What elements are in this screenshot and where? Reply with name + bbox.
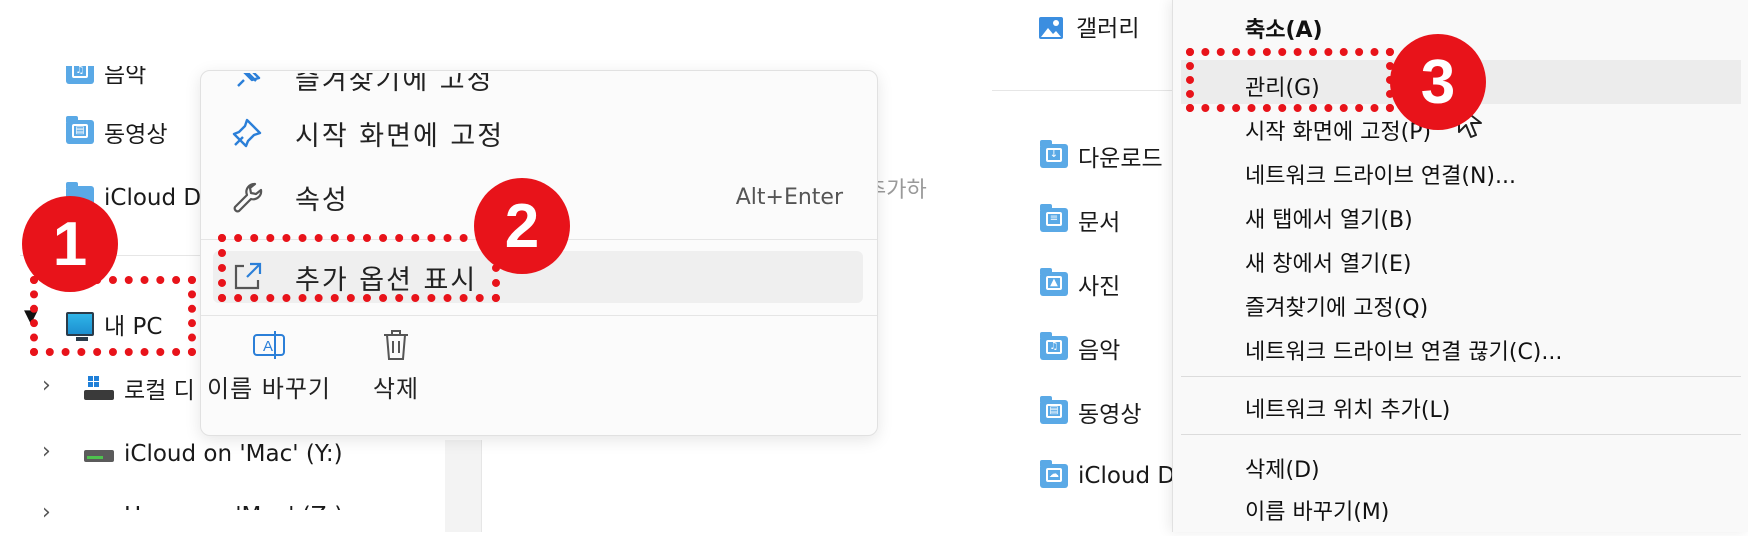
nav-item-label: 동영상 — [1078, 402, 1142, 428]
rename-icon: A — [253, 331, 285, 359]
nav-divider — [992, 90, 1172, 91]
nav-item-label: iCloud D — [104, 185, 202, 211]
nav-item-home-network-drive[interactable]: Home on 'Mac' (Z:) — [84, 496, 344, 529]
right-explorer-pane: 갤러리 ↓ 다운로드 ≡ 문서 ▲ 사진 ♫ 음악 ▤ 동영상 ☁ iCloud… — [990, 0, 1175, 532]
rename-button[interactable]: A 이름 바꾸기 — [189, 329, 349, 404]
video-folder-icon: ▤ — [66, 116, 94, 144]
menu-item-disconnect-network-drive[interactable]: 네트워크 드라이브 연결 끊기(C)... — [1245, 334, 1562, 366]
wrench-icon — [227, 177, 267, 217]
nav-item-label: 다운로드 — [1078, 146, 1163, 172]
music-folder-icon: ♫ — [1040, 332, 1068, 360]
chevron-right-icon[interactable]: › — [42, 373, 51, 398]
menu-item-rename[interactable]: 이름 바꾸기(M) — [1245, 494, 1389, 526]
nav-item-label: iCloud D — [1078, 463, 1176, 489]
nav-item-gallery[interactable]: 갤러리 — [1038, 6, 1139, 46]
nav-item-pictures[interactable]: ▲ 사진 — [1040, 264, 1120, 304]
menu-item-label: 시작 화면에 고정 — [295, 120, 505, 152]
nav-item-label: 음악 — [104, 62, 147, 88]
menu-separator — [1181, 376, 1741, 377]
chevron-right-icon[interactable]: › — [42, 500, 51, 525]
nav-item-music[interactable]: ♫ 음악 — [66, 62, 147, 92]
menu-separator — [1181, 434, 1741, 435]
documents-folder-icon: ≡ — [1040, 204, 1068, 232]
menu-item-map-network-drive[interactable]: 네트워크 드라이브 연결(N)... — [1245, 158, 1516, 190]
nav-item-videos[interactable]: ▤ 동영상 — [66, 112, 167, 152]
network-drive-icon — [84, 504, 114, 510]
pane-splitter[interactable] — [445, 440, 481, 532]
menu-item-open-new-window[interactable]: 새 창에서 열기(E) — [1245, 246, 1412, 278]
nav-item-label: 로컬 디 — [124, 378, 195, 404]
menu-item-pin-start[interactable]: 시작 화면에 고정(P) — [1245, 114, 1431, 146]
step-badge-2: 2 — [474, 178, 570, 274]
nav-item-label: Home on 'Mac' (Z:) — [124, 503, 344, 529]
nav-item-music[interactable]: ♫ 음악 — [1040, 328, 1120, 368]
nav-item-label: 동영상 — [104, 122, 168, 148]
gallery-icon — [1038, 14, 1066, 39]
shortcut-label: Alt+Enter — [735, 184, 843, 210]
network-drive-icon — [84, 442, 114, 466]
menu-item-delete[interactable]: 삭제(D) — [1245, 452, 1320, 484]
trash-icon — [384, 330, 408, 360]
nav-item-icloud-network-drive[interactable]: iCloud on 'Mac' (Y:) — [84, 434, 343, 474]
menu-item-pin-favorites[interactable]: 즐겨찾기에 고정(Q) — [1245, 290, 1428, 322]
pin-icon — [227, 113, 267, 153]
menu-item-add-network-location[interactable]: 네트워크 위치 추가(L) — [1245, 392, 1450, 424]
nav-item-local-disk[interactable]: 로컬 디 — [84, 368, 195, 408]
pane-splitter-line — [481, 440, 482, 532]
menu-item-label: 속성 — [295, 184, 349, 216]
menu-separator — [201, 315, 877, 316]
highlight-box-more-options — [218, 234, 500, 302]
nav-item-videos[interactable]: ▤ 동영상 — [1040, 392, 1141, 432]
nav-item-label: 문서 — [1078, 210, 1121, 236]
downloads-folder-icon: ↓ — [1040, 140, 1068, 168]
menu-item-open-new-tab[interactable]: 새 탭에서 열기(B) — [1245, 202, 1413, 234]
nav-item-label: iCloud on 'Mac' (Y:) — [124, 441, 343, 467]
chevron-right-icon[interactable]: › — [42, 439, 51, 464]
windows-drive-icon — [84, 376, 114, 400]
rename-label: 이름 바꾸기 — [206, 375, 332, 403]
pictures-folder-icon: ▲ — [1040, 268, 1068, 296]
step-badge-3: 3 — [1390, 34, 1486, 130]
delete-label: 삭제 — [372, 375, 420, 403]
delete-button[interactable]: 삭제 — [341, 329, 451, 404]
nav-item-label: 음악 — [1078, 338, 1121, 364]
svg-text:A: A — [263, 338, 274, 355]
nav-item-documents[interactable]: ≡ 문서 — [1040, 200, 1120, 240]
nav-item-label: 사진 — [1078, 274, 1121, 300]
video-folder-icon: ▤ — [1040, 396, 1068, 424]
nav-item-downloads[interactable]: ↓ 다운로드 — [1040, 136, 1163, 176]
step-badge-1: 1 — [22, 196, 118, 292]
menu-item-pin-start[interactable]: 시작 화면에 고정 — [213, 107, 863, 159]
nav-item-label: 갤러리 — [1076, 16, 1140, 42]
nav-item-icloud-drive[interactable]: ☁ iCloud D — [1040, 456, 1175, 496]
highlight-box-manage — [1186, 48, 1394, 112]
menu-item-collapse[interactable]: 축소(A) — [1245, 12, 1323, 44]
music-folder-icon: ♫ — [66, 66, 94, 84]
icloud-folder-icon: ☁ — [1040, 460, 1068, 488]
